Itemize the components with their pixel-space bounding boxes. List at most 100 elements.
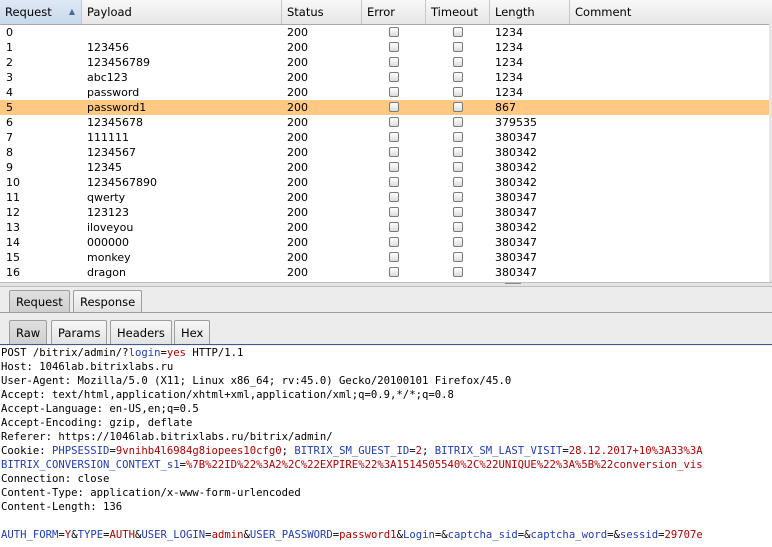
error-checkbox[interactable] [389, 55, 401, 70]
error-checkbox[interactable] [389, 25, 401, 40]
error-checkbox[interactable] [389, 175, 401, 190]
payload-cell: qwerty [87, 191, 126, 204]
error-checkbox[interactable] [389, 70, 401, 85]
timeout-checkbox[interactable] [453, 190, 465, 205]
table-row[interactable]: 2 123456789 200 1234 [0, 55, 772, 70]
param-name: USER_PASSWORD [249, 529, 333, 541]
timeout-checkbox[interactable] [453, 175, 465, 190]
sort-ascending-icon: ▲ [68, 7, 75, 16]
status-cell: 200 [287, 251, 308, 264]
column-header-error[interactable]: Error [362, 0, 426, 24]
status-cell: 200 [287, 56, 308, 69]
table-body: 0 200 1234 1 123456 200 1234 2 123456789 200 123… [0, 25, 772, 280]
timeout-checkbox[interactable] [453, 265, 465, 280]
error-checkbox[interactable] [389, 265, 401, 280]
tab-response[interactable]: Response [73, 290, 143, 312]
error-checkbox[interactable] [389, 235, 401, 250]
timeout-checkbox[interactable] [453, 205, 465, 220]
column-header-length[interactable]: Length [490, 0, 570, 24]
column-header-timeout[interactable]: Timeout [426, 0, 490, 24]
request-cell: 0 [6, 26, 13, 39]
table-row[interactable]: 6 12345678 200 379535 [0, 115, 772, 130]
timeout-checkbox[interactable] [453, 145, 465, 160]
error-checkbox[interactable] [389, 190, 401, 205]
column-header-comment[interactable]: Comment [570, 0, 772, 24]
error-checkbox[interactable] [389, 145, 401, 160]
request-cell: 1 [6, 41, 13, 54]
table-row[interactable]: 10 1234567890 200 380342 [0, 175, 772, 190]
status-cell: 200 [287, 86, 308, 99]
table-row[interactable]: 1 123456 200 1234 [0, 40, 772, 55]
table-row[interactable]: 9 12345 200 380342 [0, 160, 772, 175]
table-row[interactable]: 12 123123 200 380347 [0, 205, 772, 220]
raw-request-editor[interactable]: POST /bitrix/admin/?login=yes HTTP/1.1 H… [0, 346, 772, 547]
timeout-checkbox[interactable] [453, 40, 465, 55]
error-checkbox[interactable] [389, 85, 401, 100]
payload-cell: 000000 [87, 236, 129, 249]
timeout-checkbox[interactable] [453, 100, 465, 115]
payload-cell: monkey [87, 251, 131, 264]
length-cell: 380342 [495, 176, 537, 189]
table-row[interactable]: 0 200 1234 [0, 25, 772, 40]
timeout-checkbox[interactable] [453, 130, 465, 145]
payload-cell: 1234567 [87, 146, 136, 159]
header-name: Cookie: [1, 445, 53, 457]
header-line: Content-Type: application/x-www-form-url… [1, 487, 301, 499]
table-row[interactable]: 14 000000 200 380347 [0, 235, 772, 250]
error-checkbox[interactable] [389, 205, 401, 220]
length-cell: 380347 [495, 191, 537, 204]
timeout-checkbox[interactable] [453, 85, 465, 100]
tab-params[interactable]: Params [51, 320, 108, 344]
tab-hex[interactable]: Hex [174, 320, 211, 344]
request-cell: 14 [6, 236, 20, 249]
error-checkbox[interactable] [389, 100, 401, 115]
payload-cell: password1 [87, 101, 147, 114]
param-name: captcha_word [530, 529, 608, 541]
request-body-line: AUTH_FORM=Y&TYPE=AUTH&USER_LOGIN=admin&U… [1, 528, 703, 542]
param-value: %7B%22ID%22%3A2%2C%22EXPIRE%22%3A1514505… [185, 459, 703, 471]
table-row[interactable]: 4 password 200 1234 [0, 85, 772, 100]
table-row[interactable]: 11 qwerty 200 380347 [0, 190, 772, 205]
param-separator: =& [607, 529, 620, 541]
tab-raw[interactable]: Raw [9, 320, 48, 344]
table-row[interactable]: 16 dragon 200 380347 [0, 265, 772, 280]
table-row[interactable]: 7 111111 200 380347 [0, 130, 772, 145]
status-cell: 200 [287, 131, 308, 144]
param-name: BITRIX_SM_GUEST_ID [294, 445, 410, 457]
error-checkbox[interactable] [389, 115, 401, 130]
column-header-request[interactable]: Request ▲ [0, 0, 82, 24]
column-header-status[interactable]: Status [282, 0, 362, 24]
status-cell: 200 [287, 191, 308, 204]
timeout-checkbox[interactable] [453, 70, 465, 85]
error-checkbox[interactable] [389, 130, 401, 145]
table-row[interactable]: 13 iloveyou 200 380342 [0, 220, 772, 235]
table-row[interactable]: 8 1234567 200 380342 [0, 145, 772, 160]
tab-headers[interactable]: Headers [110, 320, 172, 344]
header-line: User-Agent: Mozilla/5.0 (X11; Linux x86_… [1, 375, 512, 387]
length-cell: 380347 [495, 206, 537, 219]
table-row-selected[interactable]: 5 password1 200 867 [0, 100, 772, 115]
timeout-checkbox[interactable] [453, 235, 465, 250]
payload-cell: 123456789 [87, 56, 150, 69]
table-row[interactable]: 3 abc123 200 1234 [0, 70, 772, 85]
column-header-label: Payload [87, 5, 132, 19]
request-line-text: HTTP/1.1 [185, 347, 244, 359]
timeout-checkbox[interactable] [453, 25, 465, 40]
error-checkbox[interactable] [389, 40, 401, 55]
results-table[interactable]: Request ▲ Payload Status Error Timeout L… [0, 0, 772, 282]
tab-request[interactable]: Request [9, 290, 70, 312]
column-header-payload[interactable]: Payload [82, 0, 282, 24]
error-checkbox[interactable] [389, 160, 401, 175]
table-row[interactable]: 15 monkey 200 380347 [0, 250, 772, 265]
error-checkbox[interactable] [389, 250, 401, 265]
length-cell: 1234 [495, 71, 523, 84]
cookie-line: Cookie: PHPSESSID=9vnihb4l6984g8iopees10… [1, 444, 703, 458]
timeout-checkbox[interactable] [453, 115, 465, 130]
timeout-checkbox[interactable] [453, 160, 465, 175]
length-cell: 1234 [495, 26, 523, 39]
timeout-checkbox[interactable] [453, 220, 465, 235]
error-checkbox[interactable] [389, 220, 401, 235]
param-name: Login [402, 529, 435, 541]
timeout-checkbox[interactable] [453, 55, 465, 70]
timeout-checkbox[interactable] [453, 250, 465, 265]
